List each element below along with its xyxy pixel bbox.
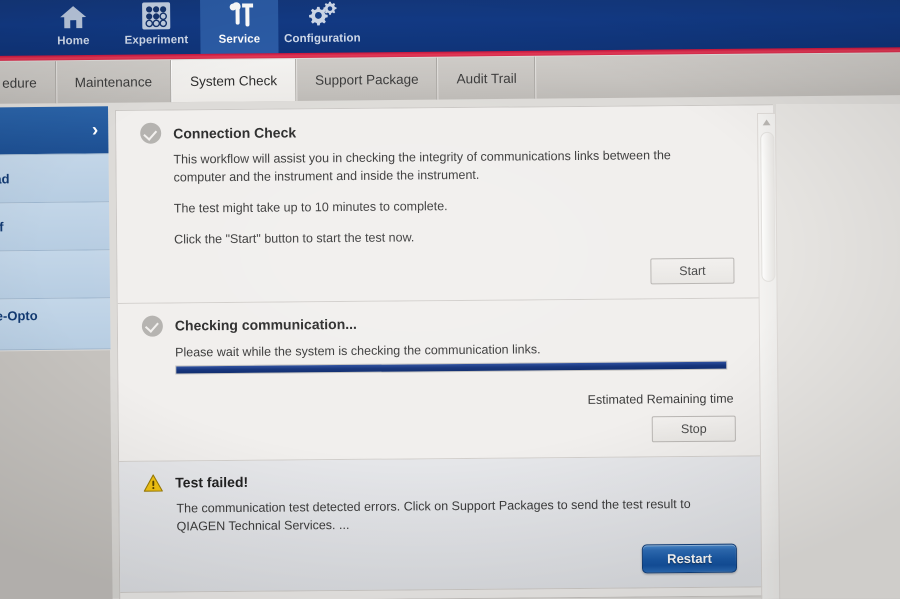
button-row: Start [174,257,744,288]
scroll-up-arrow-icon[interactable] [758,114,775,130]
button-row: Restart [177,543,747,578]
plate-grid-icon [140,0,172,34]
stop-button[interactable]: Stop [651,415,736,443]
chevron-right-icon: › [91,119,99,141]
sidebar-item-loss-of[interactable]: Loss of [0,202,110,252]
nav-label-home: Home [57,35,90,48]
progress-bar-fill [176,361,727,374]
section-body: This workflow will assist you in checkin… [140,146,744,289]
sidebar-item-vacuum[interactable]: cuum [0,250,111,300]
section-checking-communication: Checking communication... Please wait wh… [117,297,777,462]
restart-button[interactable]: Restart [642,543,738,574]
checking-communication-paragraph-1: Please wait while the system is checking… [175,341,541,359]
section-header: Checking communication... [141,310,745,337]
instrument-software-screen: Home Experiment Service Configuration ed… [0,0,900,599]
scrollbar-thumb[interactable] [760,131,776,282]
section-title-checking-communication: Checking communication... [174,315,357,334]
tab-label-system-check: System Check [189,72,278,89]
main-content-region: Connection Check This workflow will assi… [115,104,784,599]
check-circle-icon [140,122,162,144]
communication-progress-bar [175,360,728,375]
nav-label-experiment: Experiment [124,34,189,47]
nav-label-service: Service [218,33,261,46]
section-connection-check: Connection Check This workflow will assi… [116,105,775,304]
check-circle-icon [141,315,163,337]
tab-support-package[interactable]: Support Package [295,57,438,101]
sidebar-item-motor-head[interactable]: tor Head [0,154,109,204]
system-check-sidebar: Check › tor Head Loss of cuum r Home-Opt… [0,106,111,351]
nav-item-home[interactable]: Home [34,0,113,59]
section-body: Please wait while the system is checking… [142,338,746,447]
module-tab-strip: edure Maintenance System Check Support P… [0,52,900,104]
connection-check-paragraph-3: Click the "Start" button to start the te… [174,230,415,247]
button-row: Stop [176,415,746,446]
test-failed-paragraph-1: The communication test detected errors. … [176,496,691,534]
sidebar-label-home-opto: r Home-Opto nt [0,308,38,324]
nav-item-configuration[interactable]: Configuration [278,0,367,56]
section-title-connection-check: Connection Check [173,123,297,141]
workflow-panel: Connection Check This workflow will assi… [115,104,778,599]
tab-procedure[interactable]: edure [0,61,56,104]
section-body: The communication test detected errors. … [143,494,747,578]
tab-label-procedure: edure [2,74,37,91]
warning-triangle-icon [143,473,163,492]
sidebar-background [0,350,113,599]
tab-label-support-package: Support Package [314,71,419,88]
sidebar-label-motor-head: tor Head [0,170,10,187]
page-background-right [776,104,900,599]
tab-strip-filler [535,52,900,99]
sidebar-label-loss-of: Loss of [0,218,4,235]
sidebar-item-check[interactable]: Check › [0,106,109,156]
home-icon [58,0,88,34]
section-title-test-failed: Test failed! [175,474,249,491]
section-header: Test failed! [143,468,746,492]
tab-system-check[interactable]: System Check [170,58,297,103]
start-button[interactable]: Start [650,257,735,284]
gears-icon [305,0,339,32]
section-header: Connection Check [140,118,743,144]
estimated-remaining-time-label: Estimated Remaining time [587,391,734,407]
sidebar-item-home-opto[interactable]: r Home-Opto nt [0,298,111,351]
tab-audit-trail[interactable]: Audit Trail [437,56,536,100]
nav-item-service[interactable]: Service [199,0,279,57]
connection-check-paragraph-2: The test might take up to 10 minutes to … [173,199,448,216]
connection-check-paragraph-1: This workflow will assist you in checkin… [173,148,671,185]
tab-maintenance[interactable]: Maintenance [55,60,172,104]
wrench-hammer-icon [223,0,255,33]
section-test-failed: Test failed! The communication test dete… [119,455,778,593]
tab-label-maintenance: Maintenance [74,73,153,90]
tab-label-audit-trail: Audit Trail [456,70,517,86]
nav-item-experiment[interactable]: Experiment [112,0,201,58]
nav-label-configuration: Configuration [284,32,361,46]
